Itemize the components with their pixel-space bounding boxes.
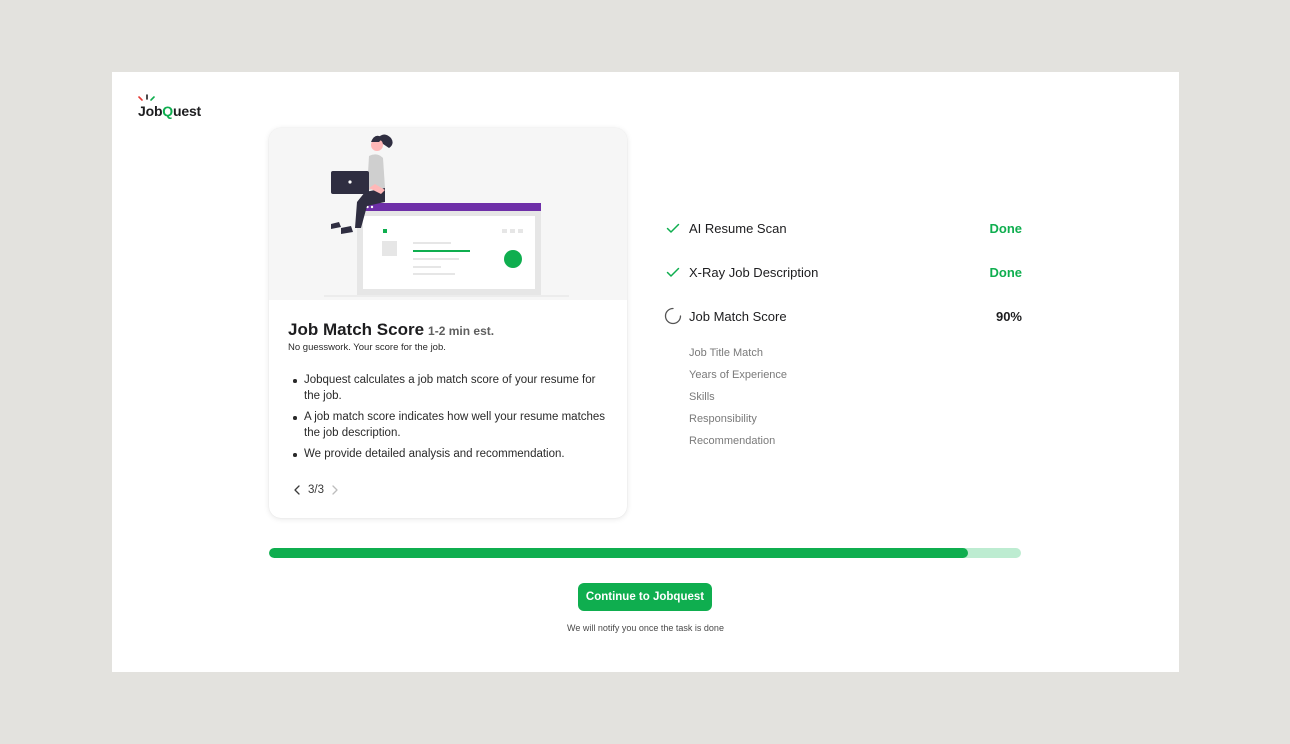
- spinner-icon: [664, 307, 682, 325]
- step-label: AI Resume Scan: [689, 220, 787, 236]
- page-counter: 3/3: [308, 484, 324, 496]
- continue-button[interactable]: Continue to Jobquest: [578, 583, 712, 611]
- progress-steps: AI Resume Scan Done X-Ray Job Descriptio…: [664, 206, 1022, 452]
- status-badge: Done: [989, 264, 1023, 280]
- step-job-match-score: Job Match Score 90%: [664, 294, 1022, 338]
- woman-with-laptop-illustration: [324, 134, 569, 297]
- info-card: Job Match Score 1-2 min est. No guesswork…: [269, 128, 627, 518]
- sub-step-item: Recommendation: [689, 435, 776, 447]
- card-heading: Job Match Score 1-2 min est.: [288, 320, 494, 340]
- chevron-left-icon[interactable]: [290, 483, 304, 497]
- step-xray-job-description: X-Ray Job Description Done: [664, 250, 1022, 294]
- sub-step-item: Responsibility: [689, 413, 757, 425]
- card-title: Job Match Score: [288, 320, 425, 339]
- status-badge: Done: [989, 220, 1023, 236]
- progress-bar-fill: [269, 548, 969, 558]
- logo-wordmark: JobQuest: [138, 103, 201, 119]
- main-panel: JobQuest Job Match Score 1-2 min est. No…: [112, 72, 1179, 672]
- step-ai-resume-scan: AI Resume Scan Done: [664, 206, 1022, 250]
- check-icon: [664, 219, 682, 237]
- progress-bar: [269, 548, 1021, 558]
- sub-step-item: Job Title Match: [689, 347, 763, 359]
- jobquest-logo[interactable]: JobQuest: [136, 94, 226, 120]
- sub-step-item: Years of Experience: [689, 369, 788, 381]
- list-item: A job match score indicates how well you…: [288, 410, 608, 441]
- illustration: [269, 128, 627, 300]
- sub-step-item: Skills: [689, 391, 715, 403]
- check-icon: [664, 263, 682, 281]
- list-item: We provide detailed analysis and recomme…: [288, 447, 608, 463]
- notification-note: We will notify you once the task is done: [567, 623, 724, 633]
- score-percentage: 90%: [995, 308, 1022, 324]
- step-label: X-Ray Job Description: [689, 264, 819, 280]
- card-pager: 3/3: [290, 483, 342, 497]
- time-estimate: 1-2 min est.: [428, 324, 495, 338]
- feature-list: Jobquest calculates a job match score of…: [288, 373, 608, 469]
- chevron-right-icon[interactable]: [328, 483, 342, 497]
- card-subtitle: No guesswork. Your score for the job.: [288, 342, 446, 353]
- list-item: Jobquest calculates a job match score of…: [288, 373, 608, 404]
- sub-step-list: Job Title Match Years of Experience Skil…: [689, 342, 1022, 452]
- step-label: Job Match Score: [689, 308, 787, 324]
